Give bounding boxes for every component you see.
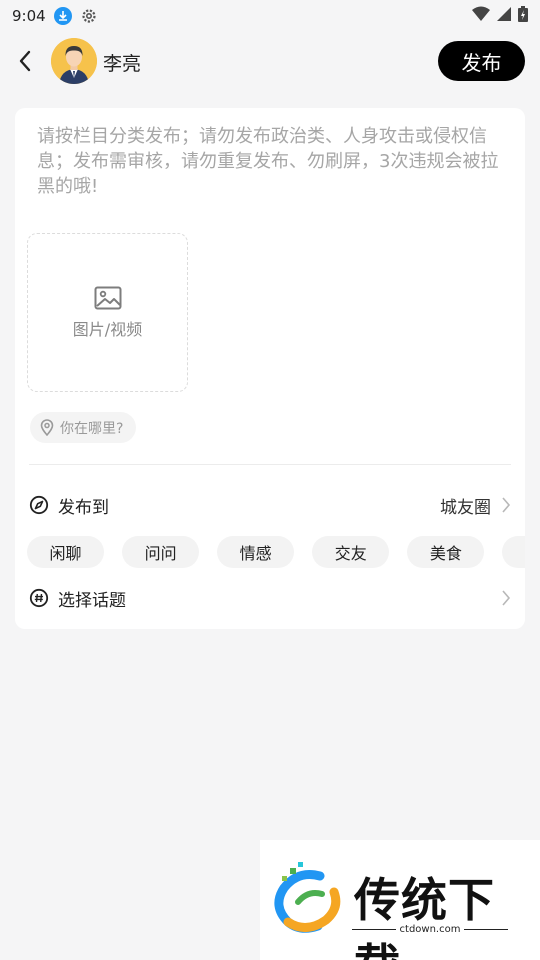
location-pin-icon [40, 419, 54, 436]
publish-button[interactable]: 发布 [438, 41, 525, 81]
tag-chip[interactable]: 交友 [312, 536, 390, 568]
publish-to-row[interactable]: 发布到 城友圈 [29, 490, 511, 520]
media-upload-label: 图片/视频 [72, 319, 143, 339]
composer-card: 图片/视频 你在哪里? 发布到 城友圈 闲聊 问问 情感 交友 美食 自拍 选择… [15, 108, 525, 629]
username: 李亮 [103, 53, 142, 75]
watermark-site: ctdown.com [399, 924, 461, 935]
settings-gear-icon [80, 7, 98, 25]
image-icon [94, 286, 121, 309]
select-topic-label: 选择话题 [58, 590, 126, 611]
watermark-logo [274, 862, 341, 933]
post-content-input[interactable] [37, 124, 507, 224]
chevron-right-icon [502, 497, 511, 513]
tag-chip[interactable]: 自拍 [502, 536, 525, 568]
watermark: 传统下载 ctdown.com [260, 840, 540, 960]
back-button[interactable] [12, 48, 38, 74]
download-icon [53, 7, 72, 25]
back-arrow-icon [19, 50, 31, 72]
media-upload-button[interactable]: 图片/视频 [27, 233, 188, 392]
category-tags: 闲聊 问问 情感 交友 美食 自拍 [27, 536, 525, 570]
wifi-icon [472, 6, 490, 26]
top-bar: 李亮 发布 [0, 36, 540, 88]
avatar[interactable] [51, 38, 97, 84]
chevron-right-icon [502, 590, 511, 606]
select-topic-row[interactable]: 选择话题 [29, 583, 511, 613]
location-button[interactable]: 你在哪里? [30, 412, 137, 443]
tag-chip[interactable]: 闲聊 [27, 536, 104, 568]
location-label: 你在哪里? [60, 420, 124, 437]
watermark-title: 传统下载 [354, 873, 495, 960]
hashtag-icon [29, 588, 49, 608]
status-time: 9:04 [12, 7, 46, 25]
status-bar: 9:04 [0, 0, 540, 32]
publish-to-value: 城友圈 [440, 497, 491, 518]
publish-to-label: 发布到 [58, 497, 109, 518]
signal-icon [496, 6, 512, 26]
divider [29, 464, 511, 465]
battery-icon [518, 6, 528, 26]
tag-chip[interactable]: 情感 [217, 536, 295, 568]
tag-chip[interactable]: 问问 [122, 536, 200, 568]
compass-icon [29, 495, 49, 515]
tag-chip[interactable]: 美食 [407, 536, 485, 568]
